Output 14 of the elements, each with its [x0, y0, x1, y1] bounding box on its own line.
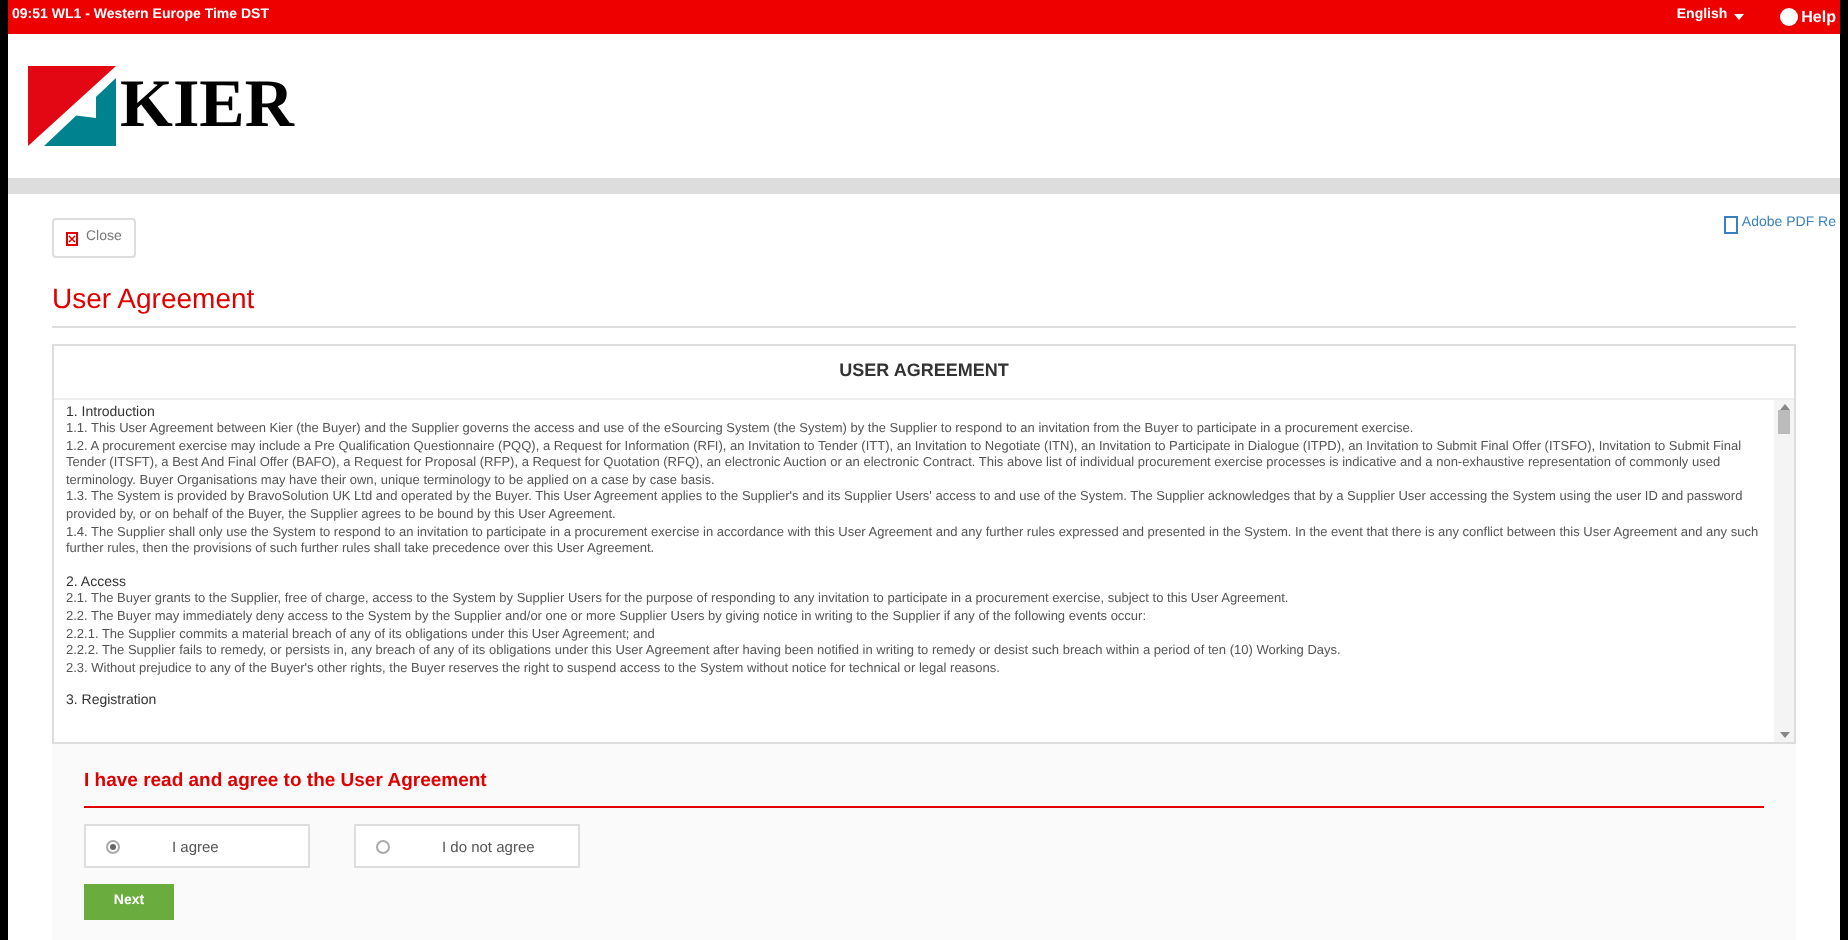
- consent-heading: I have read and agree to the User Agreement: [84, 768, 1764, 809]
- radio-button[interactable]: [376, 839, 390, 854]
- agreement-heading: USER AGREEMENT: [54, 346, 1794, 399]
- help-menu[interactable]: Help: [1779, 5, 1836, 29]
- page-title: User Agreement: [52, 278, 1796, 328]
- scroll-down-icon[interactable]: [1779, 732, 1789, 738]
- logo-text: KIER: [120, 72, 294, 140]
- scrollbar-thumb[interactable]: [1778, 409, 1790, 433]
- radio-button[interactable]: [106, 839, 120, 854]
- logo-icon: [28, 66, 116, 146]
- scrollbar[interactable]: [1774, 399, 1794, 742]
- pdf-icon: [1723, 215, 1738, 233]
- close-icon: [66, 231, 78, 245]
- caret-icon: [1733, 14, 1744, 20]
